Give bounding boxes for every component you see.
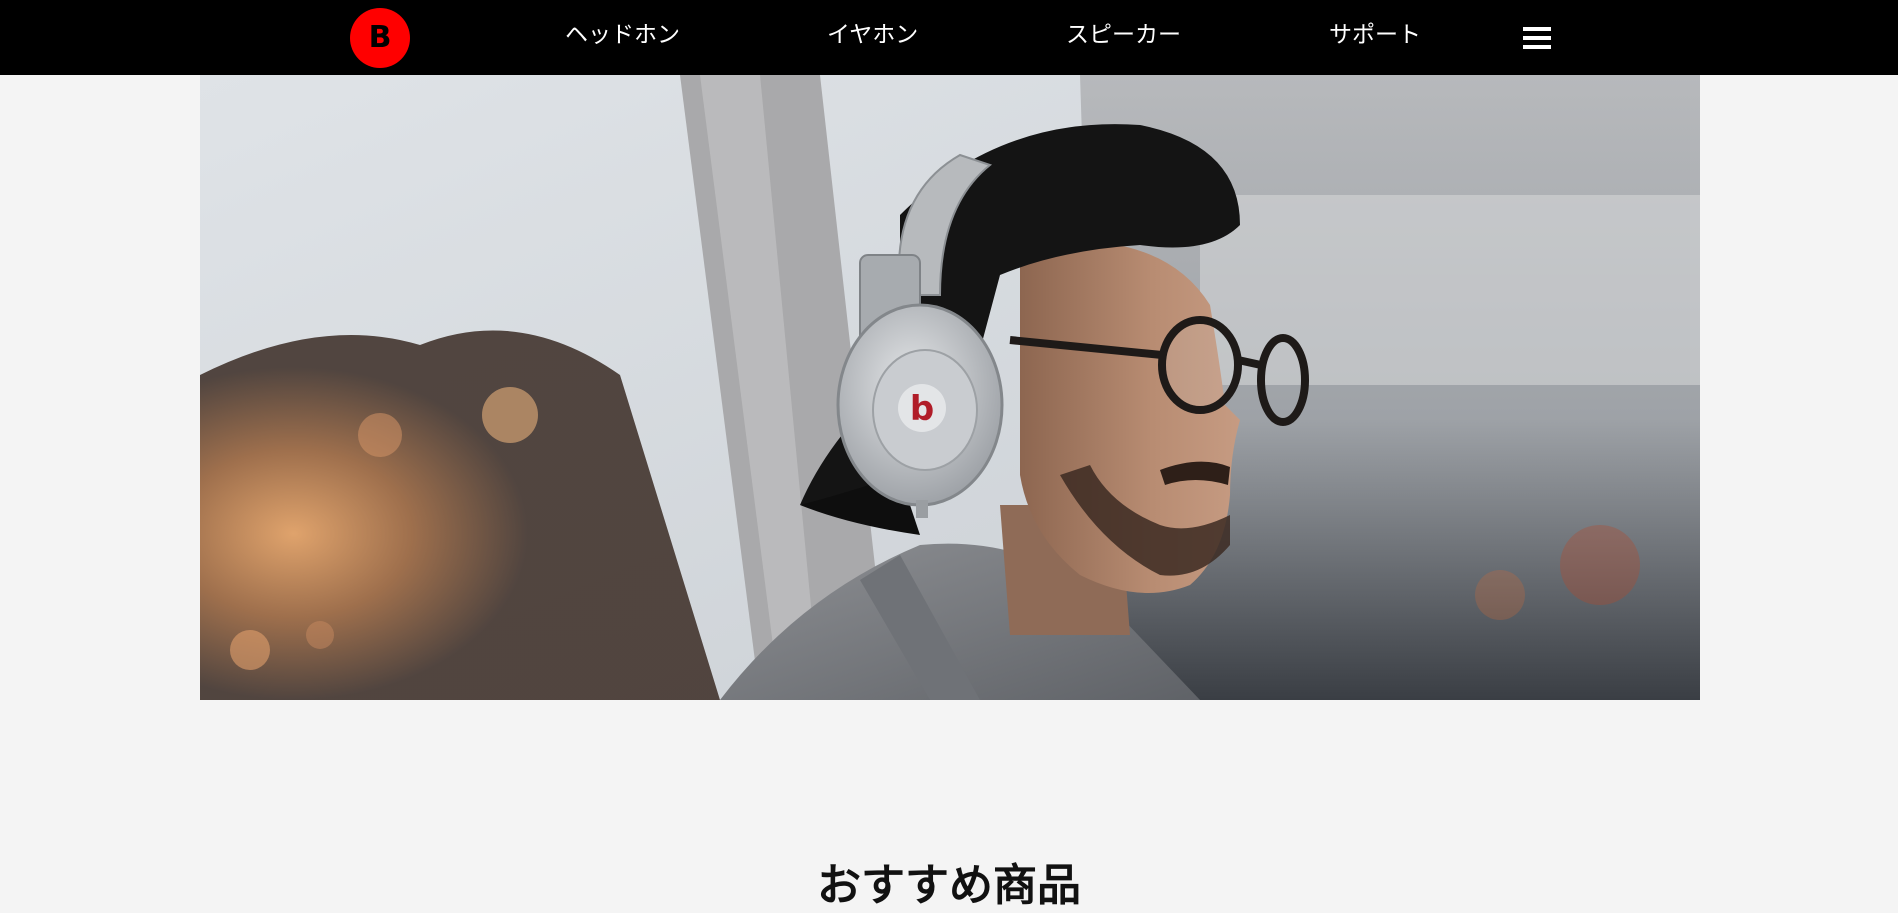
featured-products-title: おすすめ商品 [817, 859, 1081, 911]
hero-banner-image: b [200, 75, 1700, 700]
nav-item-speakers[interactable]: スピーカー [1066, 0, 1181, 75]
brand-logo-letter: B [368, 20, 392, 55]
nav-item-headphones[interactable]: ヘッドホン [565, 0, 680, 75]
hamburger-menu-icon[interactable] [1523, 26, 1551, 50]
nav-item-earphones[interactable]: イヤホン [827, 0, 918, 75]
top-navbar: B ヘッドホン イヤホン スピーカー サポート [0, 0, 1898, 75]
nav-item-support[interactable]: サポート [1329, 0, 1421, 75]
headphone-logo-letter: b [910, 389, 934, 429]
brand-logo[interactable]: B [350, 8, 410, 68]
